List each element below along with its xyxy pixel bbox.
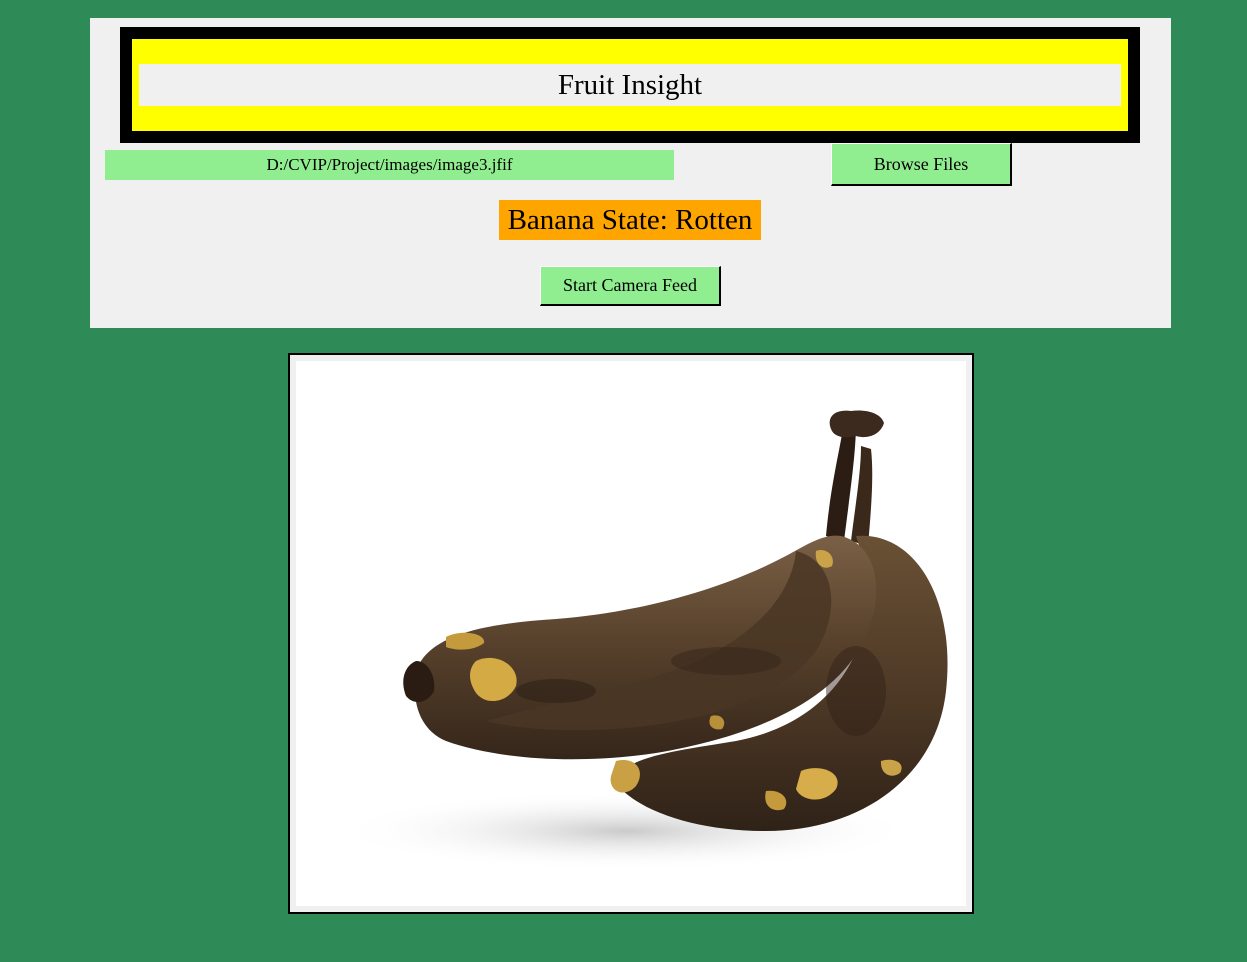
file-path-field[interactable]: [105, 150, 674, 180]
title-banner-highlight: Fruit Insight: [132, 39, 1128, 131]
banana-state-label: Banana State: Rotten: [499, 200, 761, 240]
start-camera-feed-button[interactable]: Start Camera Feed: [540, 266, 721, 306]
image-preview-frame: [288, 353, 974, 914]
control-panel: Fruit Insight Browse Files Banana State:…: [90, 18, 1171, 328]
browse-files-button[interactable]: Browse Files: [831, 143, 1012, 186]
title-label-box: Fruit Insight: [139, 64, 1121, 106]
title-banner: Fruit Insight: [120, 27, 1140, 143]
rotten-banana-illustration: [336, 410, 948, 871]
fruit-insight-window: Fruit Insight Browse Files Banana State:…: [0, 0, 1247, 962]
banana-image: [296, 361, 966, 906]
app-title: Fruit Insight: [557, 68, 703, 101]
